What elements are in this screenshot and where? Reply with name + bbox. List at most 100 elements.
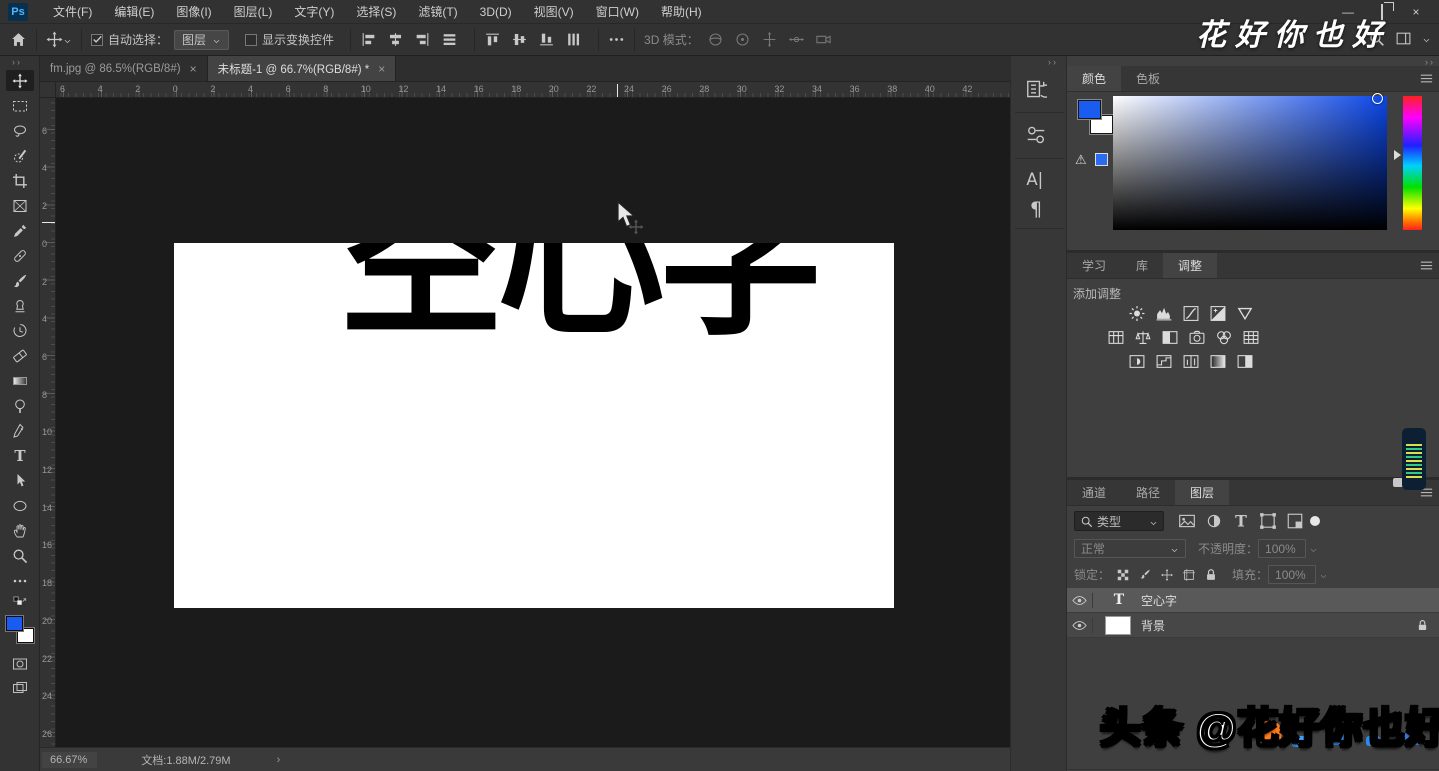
opacity-value[interactable]: 100% (1258, 539, 1306, 558)
panel-tab-学习[interactable]: 学习 (1067, 253, 1121, 278)
menu-item-2[interactable]: 图像(I) (165, 0, 222, 24)
layer-filter-type-dropdown[interactable]: 类型 (1074, 511, 1164, 531)
adjustment-posterize[interactable] (1153, 353, 1175, 370)
color-picker-field[interactable] (1113, 96, 1387, 230)
adjustment-color-balance[interactable] (1132, 329, 1154, 346)
menu-item-6[interactable]: 滤镜(T) (407, 0, 468, 24)
screen-mode-icon[interactable] (10, 680, 30, 696)
hue-slider[interactable] (1403, 96, 1422, 230)
quick-select-tool[interactable] (6, 145, 34, 166)
adjustment-color-lookup[interactable] (1240, 329, 1262, 346)
canvas[interactable]: 空心字 (174, 243, 894, 608)
close-button[interactable]: × (1399, 0, 1433, 24)
3d-pan-icon[interactable] (761, 31, 778, 48)
fill-value[interactable]: 100% (1268, 565, 1316, 584)
3d-orbit-icon[interactable] (707, 31, 724, 48)
collapse-dots[interactable]: ›› (12, 57, 22, 67)
menu-item-9[interactable]: 窗口(W) (585, 0, 650, 24)
properties-panel-icon[interactable] (1025, 124, 1047, 146)
align-left-icon[interactable] (360, 31, 377, 48)
foreground-color-swatch[interactable] (6, 616, 23, 631)
panel-menu-icon[interactable] (1419, 258, 1434, 273)
status-chevron-icon[interactable]: › (277, 754, 281, 766)
align-bottom-icon[interactable] (538, 31, 555, 48)
vertical-ruler[interactable]: 864202468101214161820222426 (40, 98, 56, 747)
menu-item-3[interactable]: 图层(L) (223, 0, 284, 24)
filter-shape-icon[interactable] (1259, 512, 1277, 530)
adjustment-curves[interactable] (1180, 305, 1202, 322)
adjustment-channel-mixer[interactable] (1213, 329, 1235, 346)
paragraph-panel-icon[interactable]: ¶ (1025, 198, 1047, 220)
filter-toggle[interactable] (1310, 516, 1320, 526)
menu-item-5[interactable]: 选择(S) (345, 0, 407, 24)
panel-tab-调整[interactable]: 调整 (1163, 253, 1217, 278)
zoom-tool[interactable] (6, 545, 34, 566)
collapse-dots[interactable]: ›› (1048, 57, 1058, 67)
lock-all-icon[interactable] (1204, 568, 1218, 582)
pen-tool[interactable] (6, 420, 34, 441)
panel-tab-路径[interactable]: 路径 (1121, 480, 1175, 505)
chevron-down-icon[interactable] (63, 35, 72, 44)
menu-item-8[interactable]: 视图(V) (523, 0, 585, 24)
visibility-toggle[interactable] (1067, 593, 1093, 608)
adjustment-black-white[interactable] (1159, 329, 1181, 346)
blend-mode-dropdown[interactable]: 正常 (1074, 539, 1186, 558)
shape-tool[interactable] (6, 495, 34, 516)
align-center-h-icon[interactable] (387, 31, 404, 48)
show-transform-checkbox[interactable] (245, 34, 257, 46)
color-picker-marker[interactable] (1372, 93, 1383, 104)
align-right-icon[interactable] (414, 31, 431, 48)
menu-item-0[interactable]: 文件(F) (42, 0, 103, 24)
menu-item-10[interactable]: 帮助(H) (650, 0, 713, 24)
adjustment-threshold[interactable] (1180, 353, 1202, 370)
adjustment-selective-color[interactable] (1234, 353, 1256, 370)
healing-brush-tool[interactable] (6, 245, 34, 266)
menu-item-1[interactable]: 编辑(E) (103, 0, 165, 24)
adjustment-vibrance[interactable] (1234, 305, 1256, 322)
layer-row-背景[interactable]: 背景 (1067, 613, 1439, 638)
character-panel-icon[interactable]: A| (1025, 168, 1047, 190)
home-icon[interactable] (10, 31, 27, 48)
move-tool-icon[interactable] (46, 31, 63, 48)
align-top-icon[interactable] (484, 31, 501, 48)
3d-camera-icon[interactable] (815, 31, 832, 48)
menu-item-7[interactable]: 3D(D) (469, 0, 523, 24)
target-dropdown[interactable]: 图层 (174, 30, 229, 50)
adjustment-invert[interactable] (1126, 353, 1148, 370)
panel-tab-库[interactable]: 库 (1121, 253, 1163, 278)
chevron-down-icon[interactable] (1422, 34, 1431, 43)
history-panel-icon[interactable] (1025, 78, 1047, 100)
gradient-tool[interactable] (6, 370, 34, 391)
menu-item-4[interactable]: 文字(Y) (283, 0, 345, 24)
swap-colors-icon[interactable] (4, 596, 36, 610)
document-tab-0[interactable]: fm.jpg @ 86.5%(RGB/8#)× (40, 56, 208, 81)
filter-smart-object-icon[interactable] (1286, 512, 1304, 530)
lock-transparent-icon[interactable] (1116, 568, 1130, 582)
zoom-level[interactable]: 66.67% (42, 752, 97, 768)
filter-adjustment-icon[interactable] (1205, 512, 1223, 530)
adjustment-exposure[interactable] (1207, 305, 1229, 322)
adjustment-brightness-contrast[interactable] (1126, 305, 1148, 322)
document-tab-1[interactable]: 未标题-1 @ 66.7%(RGB/8#) *× (208, 56, 397, 81)
gamut-warning-swatch[interactable] (1095, 153, 1108, 166)
panel-tab-图层[interactable]: 图层 (1175, 480, 1229, 505)
layer-row-空心字[interactable]: T空心字 (1067, 588, 1439, 613)
path-select-tool[interactable] (6, 470, 34, 491)
tab-close-icon[interactable]: × (378, 62, 385, 76)
frame-tool[interactable] (6, 195, 34, 216)
visibility-toggle[interactable] (1067, 618, 1093, 633)
dodge-tool[interactable] (6, 395, 34, 416)
crop-tool[interactable] (6, 170, 34, 191)
distribute-h-icon[interactable] (441, 31, 458, 48)
workspace-icon[interactable] (1395, 30, 1412, 47)
eyedropper-tool[interactable] (6, 220, 34, 241)
adjustment-hue-saturation[interactable] (1105, 329, 1127, 346)
filter-type-icon[interactable]: T (1232, 512, 1250, 530)
move-tool[interactable] (6, 70, 34, 91)
horizontal-ruler[interactable]: 6420246810121416182022242628303234363840… (40, 82, 1010, 98)
lock-artboard-icon[interactable] (1182, 568, 1196, 582)
lock-move-icon[interactable] (1160, 568, 1174, 582)
edit-toolbar[interactable] (6, 570, 34, 591)
3d-roll-icon[interactable] (734, 31, 751, 48)
lasso-tool[interactable] (6, 120, 34, 141)
